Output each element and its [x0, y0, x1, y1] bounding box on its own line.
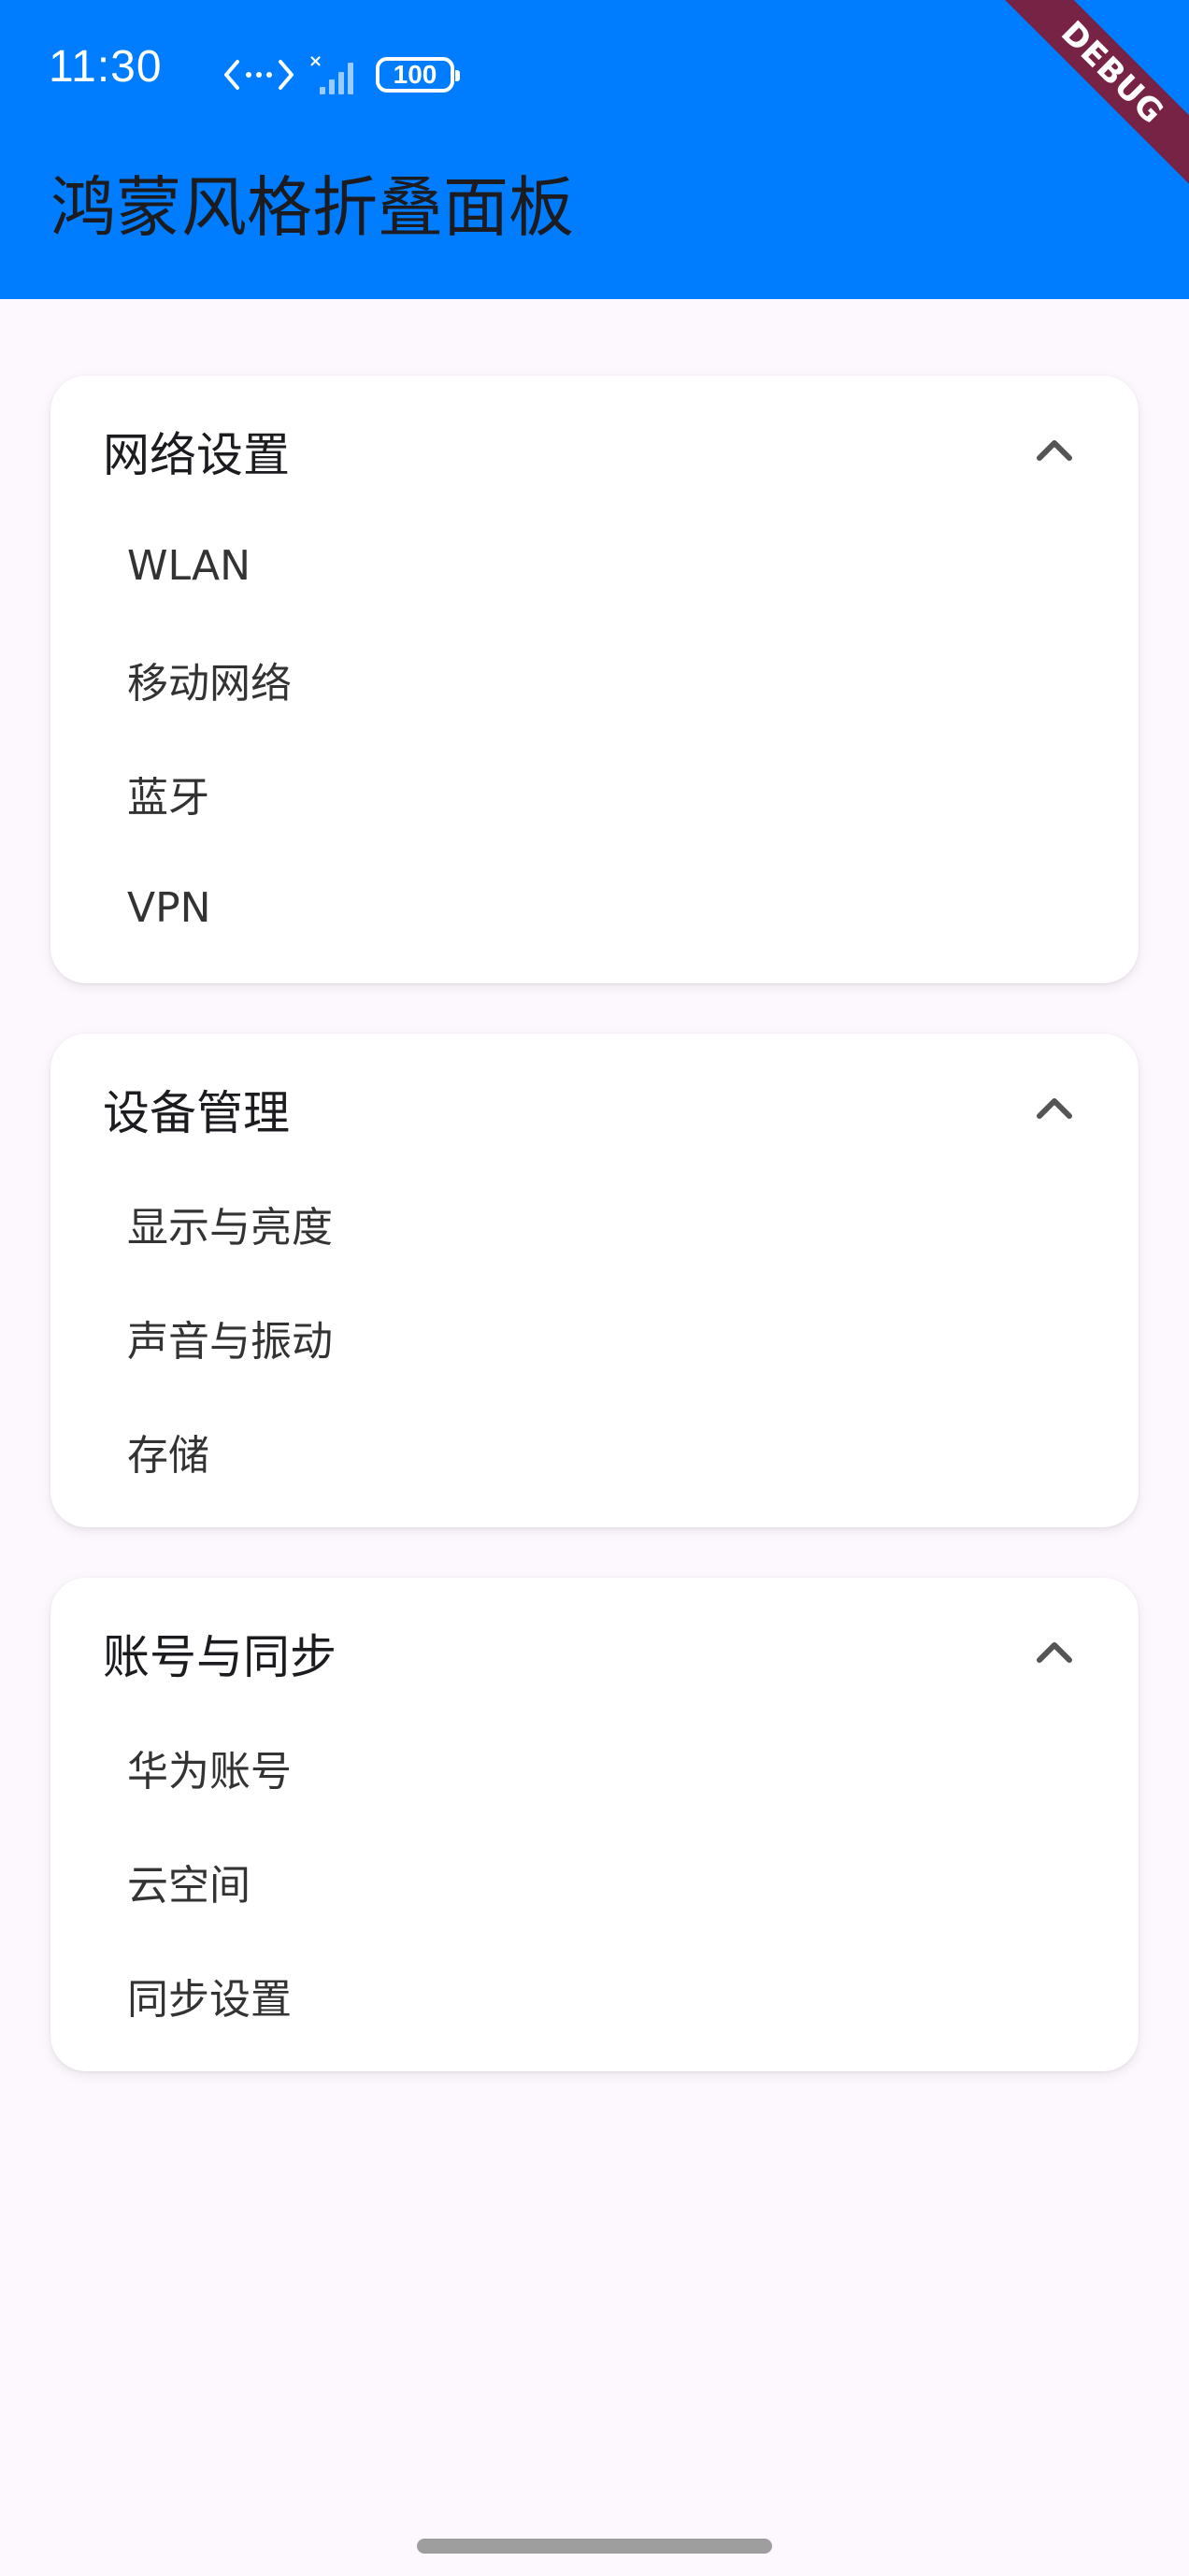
data-transfer-icon	[224, 56, 294, 93]
list-item[interactable]: 蓝牙	[50, 737, 1139, 851]
list-item[interactable]: VPN	[50, 851, 1139, 965]
signal-no-sim-icon: ×	[307, 51, 363, 98]
panel-title: 账号与同步	[103, 1630, 337, 1684]
panel-account-sync: 账号与同步 华为账号 云空间 同步设置	[50, 1578, 1139, 2071]
panel-title: 网络设置	[103, 428, 290, 482]
page-title: 鸿蒙风格折叠面板	[50, 169, 574, 246]
list-item[interactable]: 云空间	[50, 1825, 1139, 1939]
list-item[interactable]: 同步设置	[50, 1939, 1139, 2053]
status-time: 11:30	[49, 42, 163, 92]
list-item[interactable]: 移动网络	[50, 623, 1139, 737]
panel-header[interactable]: 设备管理	[50, 1034, 1139, 1185]
panel-title: 设备管理	[103, 1086, 290, 1140]
panel-network-settings: 网络设置 WLAN 移动网络 蓝牙 VPN	[50, 376, 1139, 983]
list-item[interactable]: 声音与振动	[50, 1281, 1139, 1395]
chevron-up-icon[interactable]	[1032, 1630, 1077, 1675]
panel-list: 网络设置 WLAN 移动网络 蓝牙 VPN 设备管理 显示与亮度 声音与振动 存…	[50, 376, 1139, 2122]
panel-device-management: 设备管理 显示与亮度 声音与振动 存储	[50, 1034, 1139, 1527]
svg-text:×: ×	[308, 51, 322, 71]
app-bar: 11:30 × 100 鸿蒙风格折叠面板 DEBUG	[0, 0, 1189, 299]
battery-level: 100	[393, 60, 437, 89]
chevron-up-icon[interactable]	[1032, 428, 1077, 473]
home-indicator[interactable]	[417, 2539, 772, 2554]
chevron-up-icon[interactable]	[1032, 1086, 1077, 1131]
panel-header[interactable]: 账号与同步	[50, 1578, 1139, 1729]
debug-banner: DEBUG	[989, 0, 1189, 196]
status-icons: × 100	[224, 47, 460, 103]
panel-header[interactable]: 网络设置	[50, 376, 1139, 527]
battery-icon: 100	[376, 57, 460, 93]
list-item[interactable]: 存储	[50, 1395, 1139, 1509]
